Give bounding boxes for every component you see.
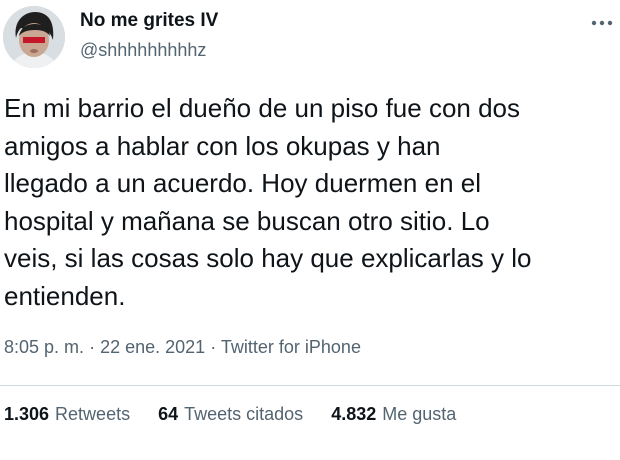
tweet-meta: 8:05 p. m. · 22 ene. 2021 · Twitter for … (4, 337, 361, 358)
more-button[interactable] (588, 12, 616, 34)
retweets-stat[interactable]: 1.306 Retweets (4, 404, 130, 425)
tweet-text: En mi barrio el dueño de un piso fue con… (4, 93, 532, 311)
quote-tweets-stat[interactable]: 64 Tweets citados (158, 404, 303, 425)
meta-separator: · (89, 337, 96, 357)
likes-stat[interactable]: 4.832 Me gusta (331, 404, 456, 425)
quote-tweets-count: 64 (158, 404, 179, 424)
quote-tweets-label: Tweets citados (184, 404, 304, 424)
profile-avatar-icon (3, 6, 65, 68)
avatar[interactable] (3, 6, 65, 68)
tweet-time[interactable]: 8:05 p. m. (4, 337, 84, 357)
display-name[interactable]: No me grites IV (80, 10, 218, 32)
retweets-label: Retweets (55, 404, 131, 424)
tweet-card: No me grites IV @shhhhhhhhhz En mi barri… (0, 0, 620, 460)
meta-separator: · (210, 337, 217, 357)
more-dots-icon (591, 20, 613, 26)
likes-count: 4.832 (331, 404, 377, 424)
tweet-stats: 1.306 Retweets 64 Tweets citados 4.832 Me g… (4, 404, 456, 425)
tweet-source[interactable]: Twitter for iPhone (221, 337, 361, 357)
divider (0, 385, 620, 386)
retweets-count: 1.306 (4, 404, 50, 424)
user-handle[interactable]: @shhhhhhhhhz (80, 40, 206, 61)
tweet-date[interactable]: 22 ene. 2021 (100, 337, 205, 357)
likes-label: Me gusta (382, 404, 457, 424)
